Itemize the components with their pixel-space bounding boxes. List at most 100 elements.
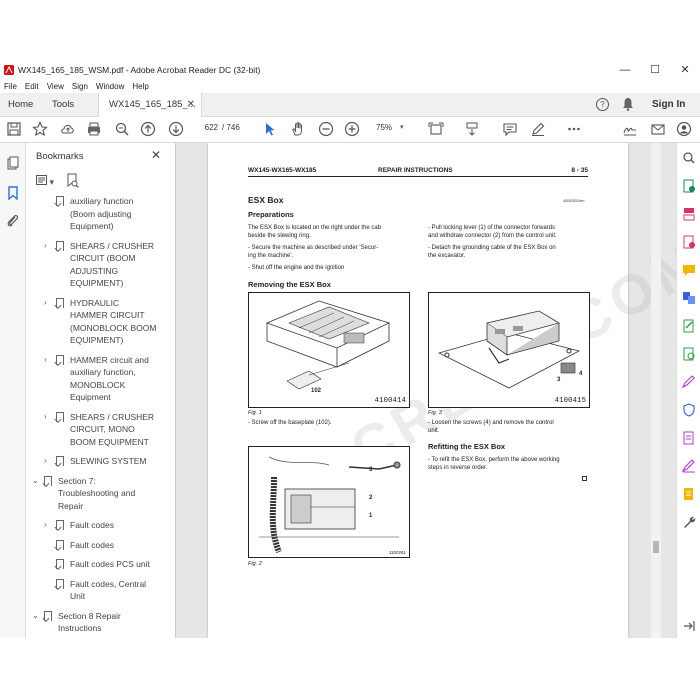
bookmark-item[interactable]: Fault codes <box>26 539 166 552</box>
sign-in-button[interactable]: Sign In <box>652 93 685 117</box>
bookmark-panel-icon[interactable] <box>5 185 21 201</box>
more-tools-icon[interactable] <box>566 121 582 137</box>
expand-chevron-icon[interactable]: › <box>44 456 47 465</box>
search-icon[interactable] <box>114 121 130 137</box>
fill-sign-icon[interactable] <box>681 375 697 389</box>
collapse-chevron-icon[interactable]: ⌄ <box>32 476 39 485</box>
bookmark-flag-icon <box>56 196 64 206</box>
minimize-button[interactable]: — <box>610 60 640 80</box>
expand-chevron-icon[interactable]: › <box>44 355 47 364</box>
removing-heading: Removing the ESX Box <box>248 280 331 289</box>
bookmark-label: SLEWING SYSTEM <box>70 455 147 468</box>
protect-icon[interactable] <box>681 403 697 417</box>
tab-close-icon[interactable]: ✕ <box>187 93 195 117</box>
prepare-form-icon[interactable] <box>681 431 697 445</box>
scroll-mode-icon[interactable] <box>464 121 480 137</box>
combine-files-icon[interactable] <box>681 291 697 305</box>
star-icon[interactable] <box>32 121 48 137</box>
zoom-level-select[interactable]: 75% <box>376 123 392 132</box>
organize-pages-icon[interactable] <box>681 207 697 221</box>
text-line: ing the machine'. <box>248 253 294 259</box>
pen-icon[interactable] <box>530 121 546 137</box>
edit-pdf-icon[interactable] <box>681 319 697 333</box>
figure-2-connector: 3 2 1 1100261 <box>248 446 410 558</box>
expand-chevron-icon[interactable]: › <box>44 520 47 529</box>
print-icon[interactable] <box>86 121 102 137</box>
find-bookmark-icon[interactable] <box>66 173 80 189</box>
bookmark-label: Section 8 Repair Instructions <box>58 610 121 635</box>
menu-window[interactable]: Window <box>96 82 124 91</box>
bookmark-label-line: BOOM EQUIPMENT <box>70 436 149 447</box>
comment-tool-icon[interactable] <box>681 263 697 277</box>
compress-pdf-icon[interactable] <box>681 487 697 501</box>
comment-icon[interactable] <box>502 121 518 137</box>
sign-icon[interactable] <box>622 121 638 137</box>
section-title: ESX Box <box>248 195 284 205</box>
fit-page-icon[interactable] <box>428 121 444 137</box>
collapse-pane-icon[interactable] <box>681 619 697 633</box>
menu-edit[interactable]: Edit <box>25 82 39 91</box>
account-icon[interactable] <box>676 121 692 137</box>
zoom-in-icon[interactable] <box>344 121 360 137</box>
bookmark-item[interactable]: ⌄ Section 8 Repair Instructions <box>26 610 166 635</box>
maximize-button[interactable]: ☐ <box>640 60 670 80</box>
help-icon[interactable]: ? <box>596 98 609 111</box>
bookmark-item[interactable]: › SHEARS / CRUSHER CIRCUIT (BOOM ADJUSTING E… <box>26 240 166 290</box>
bookmark-item[interactable]: › SLEWING SYSTEM <box>26 455 166 468</box>
scan-ocr-icon[interactable] <box>681 347 697 361</box>
zoom-dropdown-icon[interactable]: ▾ <box>400 123 404 131</box>
bookmark-item[interactable]: Fault codes, Central Unit <box>26 578 166 603</box>
menu-file[interactable]: File <box>4 82 17 91</box>
page-up-icon[interactable] <box>140 121 156 137</box>
bookmark-label-line: EQUIPMENT) <box>70 335 124 345</box>
bookmark-label-line: MONOBLOCK <box>70 379 126 390</box>
bookmark-options-button[interactable]: ▾ <box>36 175 56 187</box>
menu-view[interactable]: View <box>47 82 64 91</box>
document-scrollbar[interactable] <box>651 143 661 638</box>
page-number-input[interactable]: 622 <box>196 123 218 136</box>
tab-document[interactable]: WX145_165_185_... ✕ <box>98 93 202 117</box>
tab-home[interactable]: Home <box>8 93 33 117</box>
bookmark-flag-icon <box>56 297 64 308</box>
window-controls: — ☐ ✕ <box>610 60 700 80</box>
expand-chevron-icon[interactable]: › <box>44 298 47 307</box>
bookmark-item[interactable]: › HYDRAULIC HAMMER CIRCUIT (MONOBLOCK BOOM E… <box>26 297 166 347</box>
menu-help[interactable]: Help <box>132 82 148 91</box>
bookmark-item[interactable]: Fault codes PCS unit <box>26 558 166 571</box>
hand-icon[interactable] <box>290 121 306 137</box>
bookmark-item[interactable]: › HAMMER circuit and auxiliary function, MO… <box>26 354 166 404</box>
bookmark-label-line: EQUIPMENT) <box>70 278 124 288</box>
notification-bell-icon[interactable] <box>622 97 634 111</box>
callout-3: 3 <box>557 377 561 383</box>
bookmark-item[interactable]: ⌄ Section 7: Troubleshooting and Repair <box>26 475 166 513</box>
bookmark-flag-icon <box>44 610 52 621</box>
export-pdf-icon[interactable] <box>681 179 697 193</box>
save-icon[interactable] <box>6 121 22 137</box>
bookmark-label-line: Equipment) <box>70 221 114 231</box>
bookmark-item[interactable]: › Fault codes <box>26 519 166 532</box>
request-signature-icon[interactable] <box>681 459 697 473</box>
text-line: beside the slewing ring. <box>248 233 311 239</box>
cloud-upload-icon[interactable] <box>60 121 76 137</box>
page-thumbnails-icon[interactable] <box>5 155 21 171</box>
more-tools-wrench-icon[interactable] <box>681 515 697 529</box>
bookmarks-close-icon[interactable]: ✕ <box>151 148 161 162</box>
expand-chevron-icon[interactable]: › <box>44 241 47 250</box>
search-tool-icon[interactable] <box>681 151 697 165</box>
cursor-icon[interactable] <box>262 121 278 137</box>
bookmark-item[interactable]: › SHEARS / CRUSHER CIRCUIT, MONO BOOM EQUIP… <box>26 411 166 449</box>
tab-tools[interactable]: Tools <box>52 93 74 117</box>
mail-icon[interactable] <box>650 121 666 137</box>
attachment-icon[interactable] <box>5 213 21 229</box>
page-down-icon[interactable] <box>168 121 184 137</box>
expand-chevron-icon[interactable]: › <box>44 412 47 421</box>
connector-illustration <box>259 456 401 554</box>
zoom-out-icon[interactable] <box>318 121 334 137</box>
scrollbar-thumb[interactable] <box>653 541 659 553</box>
create-pdf-icon[interactable] <box>681 235 697 249</box>
collapse-chevron-icon[interactable]: ⌄ <box>32 611 39 620</box>
menu-sign[interactable]: Sign <box>72 82 88 91</box>
bookmark-label-line: Fault codes <box>70 520 114 530</box>
close-window-button[interactable]: ✕ <box>670 60 700 80</box>
bookmark-item[interactable]: auxiliary function (Boom adjusting Equipme… <box>26 195 166 233</box>
